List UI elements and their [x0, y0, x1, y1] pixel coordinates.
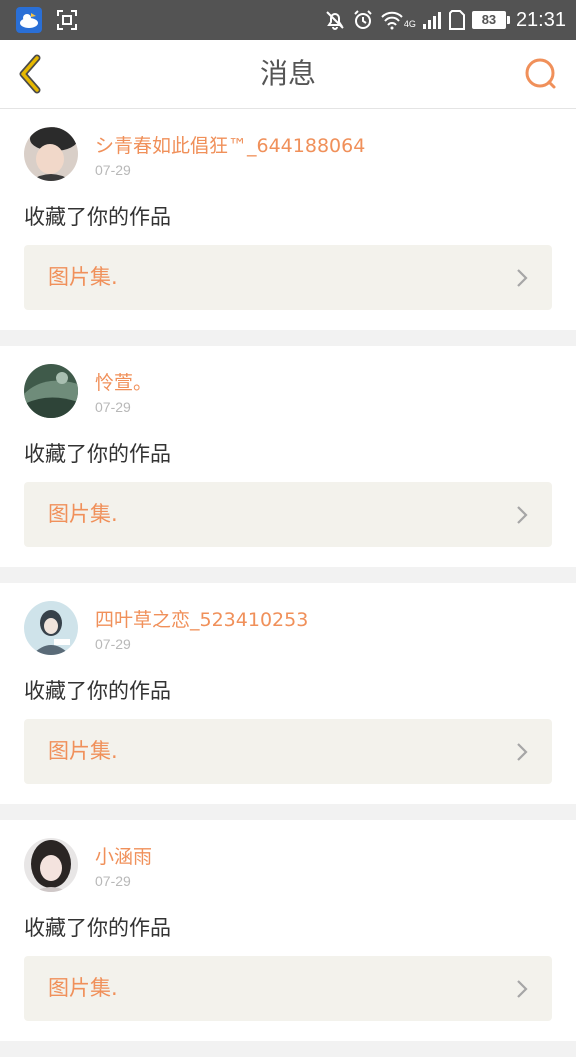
action-text: 收藏了你的作品 [24, 205, 171, 229]
screenshot-icon [57, 10, 77, 30]
chevron-right-icon [517, 506, 528, 524]
battery-indicator: 83 [471, 11, 510, 29]
username[interactable]: 小涵雨 [95, 842, 152, 869]
avatar[interactable] [24, 601, 78, 655]
message-card: 怜萱。 07-29 收藏了你的作品 图片集. [0, 346, 576, 567]
work-link[interactable]: 图片集. [24, 482, 552, 547]
work-link[interactable]: 图片集. [24, 245, 552, 310]
message-card: 小涵雨 07-29 收藏了你的作品 图片集. [0, 820, 576, 1041]
page-title: 消息 [259, 57, 316, 90]
wifi-icon [381, 11, 403, 30]
action-text: 收藏了你的作品 [24, 916, 171, 940]
chevron-right-icon [517, 269, 528, 287]
username[interactable]: 四叶草之恋_523410253 [95, 605, 308, 632]
username[interactable]: 怜萱。 [95, 368, 152, 395]
search-icon [525, 58, 556, 89]
avatar[interactable] [24, 127, 78, 181]
work-title: 图片集. [48, 976, 118, 1000]
alarm-icon [354, 10, 372, 29]
work-title: 图片集. [48, 739, 118, 763]
work-title: 图片集. [48, 265, 118, 289]
chevron-right-icon [517, 743, 528, 761]
avatar[interactable] [24, 364, 78, 418]
work-title: 图片集. [48, 502, 118, 526]
clock: 21:31 [515, 8, 566, 31]
action-text: 收藏了你的作品 [24, 679, 171, 703]
message-date: 07-29 [95, 399, 131, 415]
network-type: 4G [403, 19, 416, 29]
action-text: 收藏了你的作品 [24, 442, 171, 466]
message-list: シ青春如此倡狂™_644188064 07-29 收藏了你的作品 图片集. 怜萱… [0, 109, 576, 1057]
avatar[interactable] [24, 838, 78, 892]
signal-icon [422, 12, 441, 29]
app-notification-icon [16, 7, 42, 33]
work-link[interactable]: 图片集. [24, 719, 552, 784]
message-card: 四叶草之恋_523410253 07-29 收藏了你的作品 图片集. [0, 583, 576, 804]
search-button[interactable] [518, 52, 562, 96]
nav-bar: 消息 [0, 40, 576, 109]
message-date: 07-29 [95, 873, 131, 889]
status-bar: 4G 83 21:31 [0, 0, 576, 40]
message-card: シ青春如此倡狂™_644188064 07-29 收藏了你的作品 图片集. [0, 109, 576, 330]
message-date: 07-29 [95, 636, 131, 652]
work-link[interactable]: 图片集. [24, 956, 552, 1021]
username[interactable]: シ青春如此倡狂™_644188064 [95, 131, 365, 158]
bell-muted-icon [326, 11, 344, 30]
chevron-right-icon [517, 980, 528, 998]
message-date: 07-29 [95, 162, 131, 178]
sim-card-icon [448, 10, 465, 30]
